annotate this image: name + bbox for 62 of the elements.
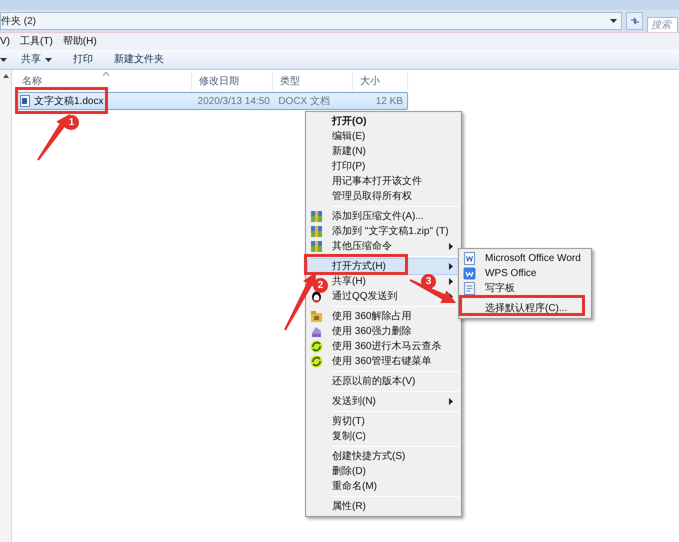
dropdown-caret-icon <box>610 19 617 23</box>
menu-item[interactable]: 用记事本打开该文件 <box>308 174 459 189</box>
file-size: 12 KB <box>374 94 404 108</box>
archive-icon <box>310 240 323 253</box>
submenu-arrow-icon <box>449 263 453 270</box>
archive-icon <box>310 210 323 223</box>
menu-item[interactable]: 还原以前的版本(V) <box>308 374 459 389</box>
menu-item[interactable]: 添加到 "文字文稿1.zip" (T) <box>308 224 459 239</box>
column-header[interactable]: 修改日期 <box>192 72 273 90</box>
menu-item[interactable]: 属性(R) <box>308 499 459 514</box>
toolbar-button[interactable]: 打印 <box>73 52 93 67</box>
menu-item[interactable]: 打开(O) <box>308 114 459 129</box>
folder-icon <box>310 310 323 323</box>
notepad-icon <box>463 282 476 295</box>
menu-item[interactable]: 删除(D) <box>308 464 459 479</box>
menu-item[interactable]: 创建快捷方式(S) <box>308 449 459 464</box>
column-header[interactable]: 名称 <box>15 72 192 90</box>
menu-item[interactable]: 其他压缩命令 <box>308 239 459 254</box>
document-w-icon <box>463 252 476 265</box>
menu-item[interactable]: 管理员取得所有权 <box>308 189 459 204</box>
menu-item[interactable]: 复制(C) <box>308 429 459 444</box>
penguin-icon <box>310 290 323 303</box>
menu-item[interactable]: 剪切(T) <box>308 414 459 429</box>
menu-item[interactable]: Microsoft Office Word <box>461 251 589 266</box>
menu-item[interactable]: 重命名(M) <box>308 479 459 494</box>
menu-bar-item[interactable]: 工具(T) <box>20 34 53 49</box>
menu-item[interactable]: 使用 360解除占用 <box>308 309 459 324</box>
dropdown-caret-icon <box>45 58 52 62</box>
menu-item[interactable]: 新建(N) <box>308 144 459 159</box>
menu-item[interactable]: 写字板 <box>461 281 589 296</box>
arrow <box>284 272 316 330</box>
file-row[interactable]: 文字文稿1.docx 2020/3/13 14:50 DOCX 文档 12 KB <box>15 92 408 110</box>
menu-item[interactable]: 添加到压缩文件(A)... <box>308 209 459 224</box>
file-name: 文字文稿1.docx <box>34 94 104 108</box>
archive-icon <box>310 225 323 238</box>
refresh-button[interactable] <box>626 12 643 30</box>
refresh-icon <box>630 17 640 25</box>
menu-item[interactable]: WPS Office <box>461 266 589 281</box>
document-icon <box>20 95 30 107</box>
menu-bar-item[interactable]: V) <box>0 34 10 49</box>
search-field[interactable]: 搜索 <box>647 16 678 34</box>
menu-item[interactable]: 编辑(E) <box>308 129 459 144</box>
menu-item[interactable]: 使用 360管理右键菜单 <box>308 354 459 369</box>
menu-bar-item[interactable]: 帮助(H) <box>62 34 97 49</box>
file-modified: 2020/3/13 14:50 <box>196 94 271 108</box>
dropdown-caret-icon <box>0 58 7 62</box>
scroll-up-icon <box>2 74 8 78</box>
column-header[interactable]: 类型 <box>273 72 353 90</box>
file-type: DOCX 文档 <box>277 94 331 108</box>
submenu-arrow-icon <box>449 398 453 405</box>
toolbar-button[interactable]: 新建文件夹 <box>114 52 164 67</box>
menu-item[interactable]: 使用 360进行木马云查杀 <box>308 339 459 354</box>
address-field[interactable]: 件夹 (2) <box>0 12 622 30</box>
menu-item[interactable]: 发送到(N) <box>308 394 459 409</box>
submenu-arrow-icon <box>449 243 453 250</box>
menu-item[interactable]: 使用 360强力删除 <box>308 324 459 339</box>
wps-icon <box>463 267 476 280</box>
submenu-arrow-icon <box>449 278 453 285</box>
arrow <box>410 279 456 303</box>
toolbar-button[interactable]: 共享 <box>21 52 52 67</box>
menu-item[interactable]: 打印(P) <box>308 159 459 174</box>
column-header[interactable]: 大小 <box>353 72 408 90</box>
